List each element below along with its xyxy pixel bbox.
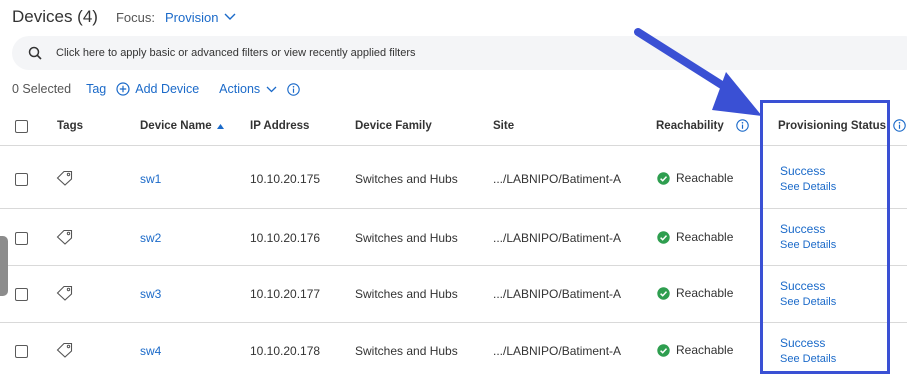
column-device-name-label: Device Name	[140, 120, 212, 132]
ip-address: 10.10.20.175	[250, 172, 321, 186]
toolbar: 0 Selected Tag Add Device Actions	[12, 80, 300, 98]
table-row[interactable]: sw4 10.10.20.178 Switches and Hubs .../L…	[0, 323, 907, 376]
column-tags[interactable]: Tags	[57, 120, 83, 132]
provisioning-status: Success See Details	[780, 336, 836, 365]
tag-button[interactable]: Tag	[86, 82, 106, 96]
reachability-label: Reachable	[676, 343, 734, 357]
column-reachability[interactable]: Reachability	[656, 120, 724, 132]
reachability-label: Reachable	[676, 171, 734, 185]
add-circle-icon	[116, 82, 130, 96]
row-checkbox[interactable]	[15, 232, 28, 245]
chevron-down-icon	[224, 13, 236, 20]
site: .../LABNIPO/Batiment-A	[493, 231, 622, 245]
provisioning-status: Success See Details	[780, 164, 836, 193]
column-provisioning-status[interactable]: Provisioning Status	[778, 120, 886, 132]
add-device-button[interactable]: Add Device	[116, 82, 199, 96]
column-ip-address[interactable]: IP Address	[250, 120, 309, 132]
focus-dropdown[interactable]: Provision	[165, 10, 236, 25]
page-title: Devices (4)	[12, 7, 98, 26]
column-device-name[interactable]: Device Name	[140, 120, 224, 132]
actions-label: Actions	[219, 82, 261, 96]
row-checkbox[interactable]	[15, 173, 28, 186]
focus-value: Provision	[164, 9, 219, 25]
sort-asc-icon	[216, 123, 224, 129]
check-circle-icon	[657, 286, 670, 300]
row-checkbox[interactable]	[15, 288, 28, 301]
reachability-label: Reachable	[676, 230, 734, 244]
actions-dropdown[interactable]: Actions	[219, 82, 277, 96]
table-header: Tags Device Name IP Address Device Famil…	[0, 108, 907, 146]
reachability: Reachable	[657, 230, 733, 244]
info-icon[interactable]	[287, 82, 300, 96]
see-details-link[interactable]: See Details	[780, 296, 836, 308]
site: .../LABNIPO/Batiment-A	[493, 287, 622, 301]
table-row[interactable]: sw3 10.10.20.177 Switches and Hubs .../L…	[0, 266, 907, 323]
reachability: Reachable	[657, 171, 733, 185]
device-name-link[interactable]: sw4	[140, 344, 161, 358]
provisioning-status-link[interactable]: Success	[780, 164, 836, 178]
reachability: Reachable	[657, 343, 733, 357]
provisioning-status-link[interactable]: Success	[780, 222, 836, 236]
device-family: Switches and Hubs	[355, 344, 458, 358]
page-header: Devices (4) Focus: Provision	[12, 6, 236, 28]
selected-count: 0 Selected	[12, 82, 72, 96]
column-site[interactable]: Site	[493, 120, 514, 132]
tag-icon[interactable]	[56, 170, 74, 186]
search-icon	[28, 46, 42, 60]
info-icon[interactable]	[736, 119, 749, 132]
device-family: Switches and Hubs	[355, 231, 458, 245]
reachability: Reachable	[657, 286, 733, 300]
device-name-link[interactable]: sw2	[140, 231, 161, 245]
see-details-link[interactable]: See Details	[780, 353, 836, 365]
provisioning-status-link[interactable]: Success	[780, 279, 836, 293]
column-device-family[interactable]: Device Family	[355, 120, 432, 132]
reachability-label: Reachable	[676, 286, 734, 300]
info-icon[interactable]	[893, 119, 906, 132]
table-row[interactable]: sw2 10.10.20.176 Switches and Hubs .../L…	[0, 209, 907, 266]
tag-icon[interactable]	[56, 342, 74, 358]
row-checkbox[interactable]	[15, 345, 28, 358]
device-family: Switches and Hubs	[355, 287, 458, 301]
device-name-link[interactable]: sw3	[140, 287, 161, 301]
check-circle-icon	[657, 343, 670, 357]
site: .../LABNIPO/Batiment-A	[493, 172, 622, 186]
focus-label: Focus:	[115, 9, 155, 25]
chevron-down-icon	[266, 86, 277, 92]
filter-search-bar[interactable]: Click here to apply basic or advanced fi…	[12, 36, 907, 70]
search-placeholder: Click here to apply basic or advanced fi…	[56, 47, 416, 59]
see-details-link[interactable]: See Details	[780, 181, 836, 193]
check-circle-icon	[657, 171, 670, 185]
select-all-checkbox[interactable]	[15, 120, 28, 133]
check-circle-icon	[657, 230, 670, 244]
add-device-label: Add Device	[135, 82, 200, 96]
tag-icon[interactable]	[56, 285, 74, 301]
provisioning-status: Success See Details	[780, 222, 836, 251]
see-details-link[interactable]: See Details	[780, 239, 836, 251]
ip-address: 10.10.20.177	[250, 287, 321, 301]
site: .../LABNIPO/Batiment-A	[493, 344, 622, 358]
tag-icon[interactable]	[56, 229, 74, 245]
side-panel-handle[interactable]	[0, 236, 8, 296]
device-family: Switches and Hubs	[355, 172, 458, 186]
ip-address: 10.10.20.176	[250, 231, 321, 245]
table-row[interactable]: sw1 10.10.20.175 Switches and Hubs .../L…	[0, 150, 907, 209]
device-name-link[interactable]: sw1	[140, 172, 161, 186]
provisioning-status: Success See Details	[780, 279, 836, 308]
ip-address: 10.10.20.178	[250, 344, 321, 358]
provisioning-status-link[interactable]: Success	[780, 336, 836, 350]
